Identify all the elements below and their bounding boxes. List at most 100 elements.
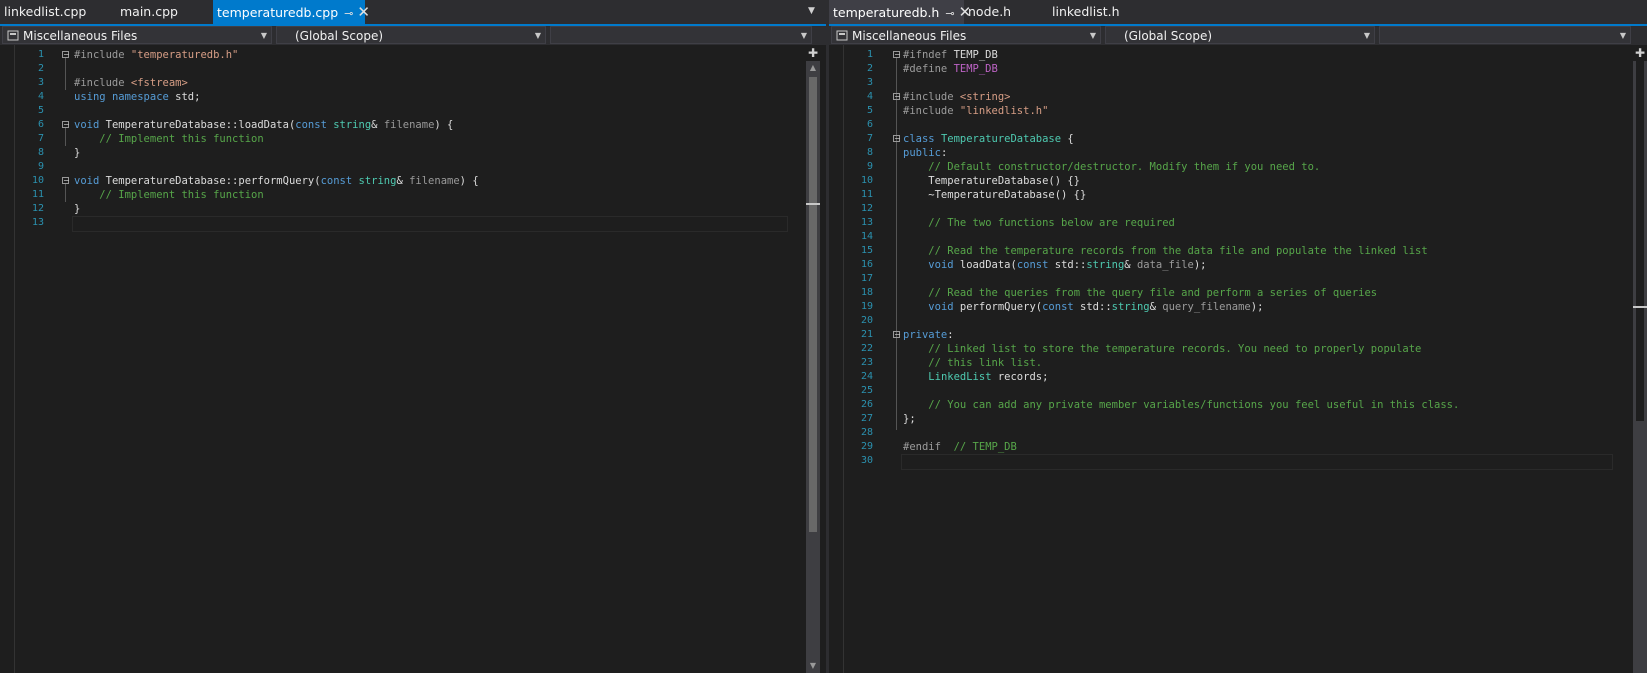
code-line[interactable]: private: [903, 328, 1613, 342]
code-line[interactable]: #define TEMP_DB [903, 62, 1613, 76]
code-line[interactable] [74, 104, 788, 118]
collapse-icon[interactable]: − [893, 93, 901, 101]
code-token: TemperatureDatabase::loadData( [105, 119, 296, 131]
code-line[interactable]: TemperatureDatabase() {} [903, 174, 1613, 188]
tab-label: main.cpp [120, 4, 178, 19]
code-token: ~TemperatureDatabase() {} [903, 189, 1087, 201]
code-line[interactable]: using namespace std; [74, 90, 788, 104]
code-line[interactable]: // Default constructor/destructor. Modif… [903, 160, 1613, 174]
tab-linkedlist-h[interactable]: linkedlist.h [1048, 0, 1142, 24]
line-number: 21 [860, 329, 873, 340]
split-window-icon[interactable]: ✚ [1633, 46, 1647, 60]
line-number: 13 [860, 217, 873, 228]
code-line[interactable]: } [74, 202, 788, 216]
code-line[interactable]: #include <string> [903, 90, 1613, 104]
tab-linkedlist-cpp[interactable]: linkedlist.cpp [0, 0, 116, 24]
code-line[interactable]: // You can add any private member variab… [903, 398, 1613, 412]
scope-dropdown[interactable]: (Global Scope) ▼ [1105, 26, 1375, 44]
code-line[interactable]: LinkedList records; [903, 370, 1613, 384]
close-icon[interactable]: ✕ [357, 0, 370, 24]
line-number: 11 [31, 189, 44, 200]
code-line[interactable]: }; [903, 412, 1613, 426]
code-line[interactable]: #include <fstream> [74, 76, 788, 90]
code-line[interactable]: // Linked list to store the temperature … [903, 342, 1613, 356]
line-number: 23 [860, 357, 873, 368]
line-number: 25 [860, 385, 873, 396]
line-number: 16 [860, 259, 873, 270]
code-line[interactable]: // Read the queries from the query file … [903, 286, 1613, 300]
code-line[interactable]: class TemperatureDatabase { [903, 132, 1613, 146]
code-line[interactable] [903, 272, 1613, 286]
left-code-editor[interactable]: 1 2 3 4 5 6 7 8 9 10 11 12 13 − − − #include "temper… [0, 45, 808, 673]
code-line[interactable]: void loadData(const std::string& data_fi… [903, 258, 1613, 272]
collapse-icon[interactable]: − [62, 51, 70, 59]
right-navigation-bar: Miscellaneous Files ▼ (Global Scope) ▼ ▼ [829, 26, 1647, 45]
code-line[interactable] [903, 426, 1613, 440]
pin-icon[interactable]: ⊸ [945, 2, 954, 26]
code-line[interactable] [903, 76, 1613, 90]
tab-temperaturedb-cpp[interactable]: temperaturedb.cpp ⊸ ✕ [213, 0, 370, 26]
code-line[interactable] [903, 230, 1613, 244]
code-line[interactable]: #ifndef TEMP_DB [903, 48, 1613, 62]
code-line[interactable]: #endif // TEMP_DB [903, 440, 1613, 454]
code-token: #include [74, 49, 131, 61]
code-line[interactable]: // Read the temperature records from the… [903, 244, 1613, 258]
code-line[interactable]: #include "linkedlist.h" [903, 104, 1613, 118]
scroll-thumb[interactable] [809, 77, 817, 532]
code-line[interactable]: #include "temperaturedb.h" [74, 48, 788, 62]
code-line[interactable]: void performQuery(const std::string& que… [903, 300, 1613, 314]
member-dropdown[interactable]: ▼ [1379, 26, 1631, 44]
collapse-icon[interactable]: − [893, 331, 901, 339]
code-line[interactable]: void TemperatureDatabase::performQuery(c… [74, 174, 788, 188]
code-token: filename [409, 175, 460, 187]
tab-node-h[interactable]: node.h [964, 0, 1048, 24]
code-line[interactable] [903, 384, 1613, 398]
line-number: 3 [37, 77, 44, 88]
tab-main-cpp[interactable]: main.cpp [116, 0, 214, 24]
tab-overflow-chevron-icon[interactable]: ▼ [808, 6, 815, 16]
code-line[interactable]: public: [903, 146, 1613, 160]
code-token: & [396, 175, 410, 187]
code-line[interactable]: void TemperatureDatabase::loadData(const… [74, 118, 788, 132]
code-token: void [928, 259, 954, 271]
member-dropdown[interactable]: ▼ [550, 26, 812, 44]
code-token: & [1124, 259, 1137, 271]
scroll-up-arrow-icon[interactable]: ▲ [806, 61, 820, 75]
code-line[interactable] [903, 314, 1613, 328]
chevron-down-icon: ▼ [1089, 31, 1096, 40]
split-window-icon[interactable]: ✚ [806, 46, 820, 60]
code-line[interactable] [903, 118, 1613, 132]
right-code-editor[interactable]: 1 2 3 4 5 6 7 8 9 10 11 12 13 14 15 16 17 18 19 20 21 22 23 24 2… [829, 45, 1633, 673]
code-line[interactable] [903, 202, 1613, 216]
tab-temperaturedb-h[interactable]: temperaturedb.h ⊸ ✕ [829, 0, 971, 26]
left-vertical-scrollbar[interactable]: ▲ ▼ [806, 61, 820, 673]
code-line[interactable]: // Implement this function [74, 188, 788, 202]
collapse-icon[interactable]: − [62, 177, 70, 185]
code-token: // Read the queries from the query file … [928, 287, 1378, 299]
code-line[interactable] [901, 454, 1613, 470]
collapse-icon[interactable]: − [893, 135, 901, 143]
code-line[interactable]: // Implement this function [74, 132, 788, 146]
code-line[interactable]: ~TemperatureDatabase() {} [903, 188, 1613, 202]
scroll-down-arrow-icon[interactable]: ▼ [806, 659, 820, 673]
line-number: 22 [860, 343, 873, 354]
code-token: filename [383, 119, 435, 131]
right-vertical-scrollbar[interactable] [1633, 61, 1647, 673]
pin-icon[interactable]: ⊸ [344, 2, 353, 26]
scope-name: (Global Scope) [1124, 29, 1213, 43]
project-dropdown[interactable]: Miscellaneous Files ▼ [2, 26, 272, 44]
code-line[interactable]: // The two functions below are required [903, 216, 1613, 230]
collapse-icon[interactable]: − [893, 51, 901, 59]
code-line[interactable] [74, 160, 788, 174]
code-line[interactable]: } [74, 146, 788, 160]
code-token: performQuery( [953, 301, 1043, 313]
code-line[interactable]: // this link list. [903, 356, 1613, 370]
scope-dropdown[interactable]: (Global Scope) ▼ [276, 26, 546, 44]
code-text-area[interactable]: #ifndef TEMP_DB #define TEMP_DB #include <… [901, 48, 1613, 470]
collapse-icon[interactable]: − [62, 121, 70, 129]
code-line[interactable] [74, 62, 788, 76]
code-line[interactable] [72, 216, 788, 232]
project-dropdown[interactable]: Miscellaneous Files ▼ [831, 26, 1101, 44]
code-text-area[interactable]: #include "temperaturedb.h" #include <fstr… [72, 48, 788, 232]
